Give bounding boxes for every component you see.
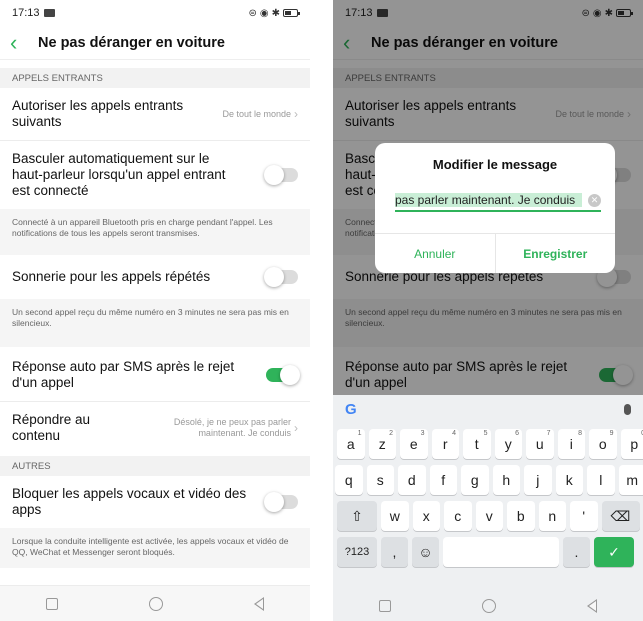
system-nav-bar — [333, 590, 643, 621]
section-incoming-calls: APPELS ENTRANTS — [0, 68, 310, 88]
back-icon[interactable] — [254, 596, 265, 611]
key-t[interactable]: t5 — [463, 429, 491, 459]
sms-reply-row[interactable]: Réponse auto par SMS après le rejet d'un… — [0, 347, 310, 402]
allow-calls-value-text: De tout le monde — [222, 108, 291, 119]
key-f[interactable]: f — [429, 465, 457, 495]
reply-content-label: Répondre au contenu — [12, 412, 91, 443]
comma-key[interactable]: , — [381, 537, 408, 567]
space-key[interactable] — [443, 537, 559, 567]
key-l[interactable]: l — [587, 465, 615, 495]
key-h[interactable]: h — [492, 465, 520, 495]
keyboard-row-3: ⇧ w x c v b n ' ⌫ — [333, 501, 643, 531]
sms-reply-toggle[interactable] — [266, 365, 300, 385]
eye-icon: ◉ — [259, 7, 269, 19]
emoji-key[interactable]: ☺ — [412, 537, 439, 567]
symbols-key[interactable]: ?123 — [337, 537, 377, 567]
key-z[interactable]: z2 — [368, 429, 396, 459]
dialog-title: Modifier le message — [432, 157, 558, 172]
allow-calls-row[interactable]: Autoriser les appels entrants suivants D… — [0, 88, 310, 141]
message-input[interactable]: pas parler maintenant. Je conduis ✕ — [395, 190, 601, 212]
key-s[interactable]: s — [366, 465, 394, 495]
chevron-right-icon: › — [294, 420, 298, 435]
repeat-calls-description: Un second appel reçu du même numéro en 3… — [0, 299, 310, 347]
edit-message-screen: 17:13 ⊜ ◉ ✱ ‹ Ne pas déranger en voiture… — [333, 0, 643, 621]
key-k[interactable]: k — [555, 465, 583, 495]
back-arrow-icon[interactable]: ‹ — [10, 31, 32, 54]
period-key[interactable]: . — [563, 537, 590, 567]
key-d[interactable]: d — [398, 465, 426, 495]
battery-icon — [283, 9, 300, 17]
key-a[interactable]: a1 — [337, 429, 365, 459]
key-p[interactable]: p0 — [620, 429, 643, 459]
key-v[interactable]: v — [475, 501, 503, 531]
speaker-label: Basculer automatiquement sur le haut-par… — [12, 151, 226, 198]
title-bar: ‹ Ne pas déranger en voiture — [0, 26, 310, 60]
key-y[interactable]: y6 — [494, 429, 522, 459]
allow-calls-value: De tout le monde › — [222, 106, 298, 121]
clear-icon[interactable]: ✕ — [588, 193, 601, 207]
image-notification-icon — [43, 9, 55, 17]
reply-content-value-text: Désolé, je ne peux pas parler maintenant… — [173, 417, 291, 438]
key-g[interactable]: g — [461, 465, 489, 495]
block-voip-label: Bloquer les appels vocaux et vidéo des a… — [12, 486, 247, 517]
block-voip-toggle[interactable] — [264, 492, 298, 512]
key-i[interactable]: i8 — [557, 429, 585, 459]
car-mode-icon: ⊜ — [248, 7, 257, 19]
back-icon[interactable] — [587, 598, 598, 613]
shift-key[interactable]: ⇧ — [337, 501, 377, 531]
backspace-key[interactable]: ⌫ — [601, 501, 640, 531]
repeat-calls-label: Sonnerie pour les appels répétés — [12, 269, 211, 284]
enter-key[interactable]: ✓ — [594, 537, 634, 567]
sms-reply-label: Réponse auto par SMS après le rejet d'un… — [12, 359, 235, 390]
keyboard-row-1: a1z2e3r4t5y6u7i8o9p0 — [333, 429, 643, 459]
cancel-button[interactable]: Annuler — [375, 234, 496, 273]
key-w[interactable]: w — [381, 501, 409, 531]
repeat-calls-toggle[interactable] — [264, 267, 298, 287]
key-x[interactable]: x — [412, 501, 440, 531]
chevron-right-icon: › — [294, 106, 298, 121]
section-others: AUTRES — [0, 456, 310, 476]
key-apostrophe[interactable]: ' — [570, 501, 598, 531]
speaker-row[interactable]: Basculer automatiquement sur le haut-par… — [0, 141, 310, 209]
speaker-toggle[interactable] — [264, 165, 298, 185]
block-voip-description: Lorsque la conduite intelligente est act… — [0, 528, 310, 568]
status-icons: ⊜ ◉ ✱ — [248, 7, 300, 19]
key-e[interactable]: e3 — [400, 429, 428, 459]
allow-calls-label: Autoriser les appels entrants suivants — [12, 98, 184, 129]
key-b[interactable]: b — [507, 501, 535, 531]
dialog-actions: Annuler Enregistrer — [375, 233, 615, 273]
key-q[interactable]: q — [335, 465, 363, 495]
key-u[interactable]: u7 — [526, 429, 554, 459]
message-input-text[interactable]: pas parler maintenant. Je conduis — [395, 193, 582, 207]
keyboard: G a1z2e3r4t5y6u7i8o9p0 qsdfghjklm ⇧ wxcv… — [333, 395, 643, 590]
reply-content-row[interactable]: Répondre au contenu Désolé, je ne peux p… — [0, 402, 310, 454]
status-time: 17:13 — [12, 7, 40, 19]
key-j[interactable]: j — [524, 465, 552, 495]
speaker-description: Connecté à un appareil Bluetooth pris en… — [0, 209, 310, 255]
block-voip-row[interactable]: Bloquer les appels vocaux et vidéo des a… — [0, 476, 310, 528]
system-nav-bar — [0, 585, 310, 621]
key-m[interactable]: m — [618, 465, 643, 495]
key-o[interactable]: o9 — [589, 429, 617, 459]
key-n[interactable]: n — [538, 501, 566, 531]
home-icon[interactable] — [481, 598, 496, 613]
settings-screen: 17:13 ⊜ ◉ ✱ ‹ Ne pas déranger en voiture… — [0, 0, 310, 621]
edit-message-dialog: Modifier le message pas parler maintenan… — [375, 143, 615, 273]
keyboard-toolbar: G — [333, 395, 643, 423]
save-button[interactable]: Enregistrer — [496, 234, 616, 273]
repeat-calls-row[interactable]: Sonnerie pour les appels répétés — [0, 255, 310, 299]
bluetooth-icon: ✱ — [271, 7, 280, 19]
recents-icon[interactable] — [45, 597, 58, 610]
google-icon[interactable]: G — [345, 401, 357, 418]
reply-content-value: Désolé, je ne peux pas parler maintenant… — [148, 417, 298, 439]
keyboard-row-4: ?123 , ☺ . ✓ — [333, 537, 643, 567]
keyboard-row-2: qsdfghjklm — [333, 465, 643, 495]
key-r[interactable]: r4 — [431, 429, 459, 459]
key-c[interactable]: c — [444, 501, 472, 531]
recents-icon[interactable] — [378, 599, 391, 612]
home-icon[interactable] — [148, 596, 163, 611]
microphone-icon[interactable] — [624, 403, 631, 415]
page-title: Ne pas déranger en voiture — [38, 34, 225, 51]
status-bar: 17:13 ⊜ ◉ ✱ — [0, 0, 310, 26]
